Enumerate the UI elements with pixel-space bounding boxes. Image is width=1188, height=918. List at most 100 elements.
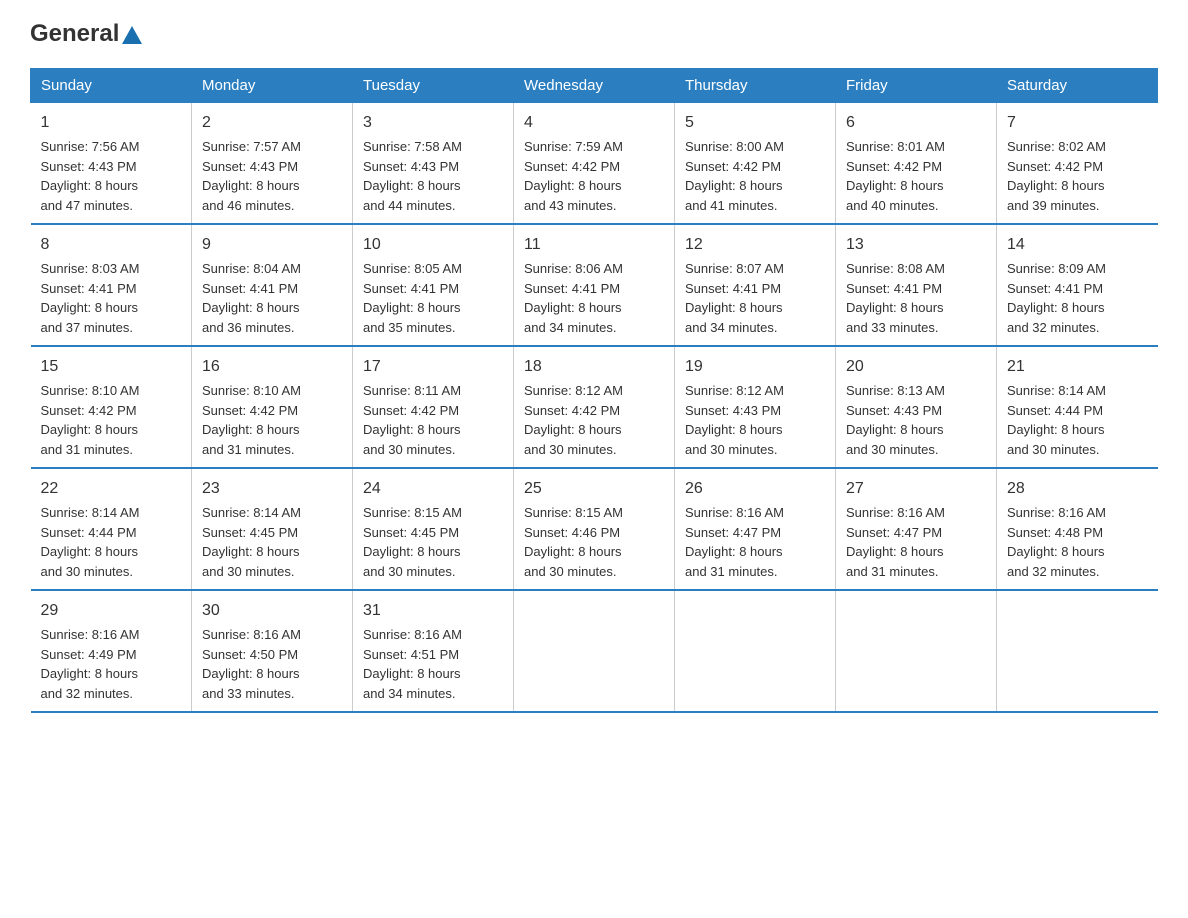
day-sunrise: Sunrise: 8:12 AM (685, 381, 825, 401)
day-sunrise: Sunrise: 8:04 AM (202, 259, 342, 279)
weekday-header-cell: Friday (836, 69, 997, 103)
day-sunrise: Sunrise: 8:14 AM (1007, 381, 1148, 401)
day-sunset: Sunset: 4:41 PM (1007, 279, 1148, 299)
day-sunrise: Sunrise: 8:10 AM (202, 381, 342, 401)
day-number: 7 (1007, 111, 1148, 135)
day-daylight: Daylight: 8 hoursand 31 minutes. (202, 420, 342, 459)
day-daylight: Daylight: 8 hoursand 30 minutes. (202, 542, 342, 581)
weekday-header-row: SundayMondayTuesdayWednesdayThursdayFrid… (31, 69, 1158, 103)
day-sunset: Sunset: 4:47 PM (846, 523, 986, 543)
calendar-body: 1 Sunrise: 7:56 AM Sunset: 4:43 PM Dayli… (31, 103, 1158, 713)
calendar-day-cell (997, 590, 1158, 712)
day-sunset: Sunset: 4:42 PM (1007, 157, 1148, 177)
calendar-day-cell: 23 Sunrise: 8:14 AM Sunset: 4:45 PM Dayl… (192, 468, 353, 590)
calendar-week-row: 8 Sunrise: 8:03 AM Sunset: 4:41 PM Dayli… (31, 224, 1158, 346)
day-sunset: Sunset: 4:42 PM (524, 157, 664, 177)
day-daylight: Daylight: 8 hoursand 31 minutes. (846, 542, 986, 581)
calendar-day-cell: 11 Sunrise: 8:06 AM Sunset: 4:41 PM Dayl… (514, 224, 675, 346)
calendar-day-cell: 12 Sunrise: 8:07 AM Sunset: 4:41 PM Dayl… (675, 224, 836, 346)
calendar-day-cell: 29 Sunrise: 8:16 AM Sunset: 4:49 PM Dayl… (31, 590, 192, 712)
calendar-week-row: 29 Sunrise: 8:16 AM Sunset: 4:49 PM Dayl… (31, 590, 1158, 712)
calendar-day-cell (675, 590, 836, 712)
calendar-day-cell: 3 Sunrise: 7:58 AM Sunset: 4:43 PM Dayli… (353, 103, 514, 225)
day-sunrise: Sunrise: 8:02 AM (1007, 137, 1148, 157)
day-sunset: Sunset: 4:44 PM (41, 523, 182, 543)
day-sunrise: Sunrise: 8:15 AM (363, 503, 503, 523)
day-sunrise: Sunrise: 7:56 AM (41, 137, 182, 157)
day-daylight: Daylight: 8 hoursand 36 minutes. (202, 298, 342, 337)
day-daylight: Daylight: 8 hoursand 34 minutes. (685, 298, 825, 337)
calendar-day-cell: 20 Sunrise: 8:13 AM Sunset: 4:43 PM Dayl… (836, 346, 997, 468)
calendar-day-cell: 24 Sunrise: 8:15 AM Sunset: 4:45 PM Dayl… (353, 468, 514, 590)
day-sunset: Sunset: 4:42 PM (846, 157, 986, 177)
day-sunrise: Sunrise: 8:16 AM (846, 503, 986, 523)
day-daylight: Daylight: 8 hoursand 33 minutes. (846, 298, 986, 337)
calendar-table: SundayMondayTuesdayWednesdayThursdayFrid… (30, 68, 1158, 713)
day-sunrise: Sunrise: 8:08 AM (846, 259, 986, 279)
day-sunset: Sunset: 4:42 PM (363, 401, 503, 421)
day-sunset: Sunset: 4:42 PM (524, 401, 664, 421)
day-daylight: Daylight: 8 hoursand 30 minutes. (363, 542, 503, 581)
day-daylight: Daylight: 8 hoursand 34 minutes. (524, 298, 664, 337)
calendar-day-cell: 15 Sunrise: 8:10 AM Sunset: 4:42 PM Dayl… (31, 346, 192, 468)
calendar-day-cell: 31 Sunrise: 8:16 AM Sunset: 4:51 PM Dayl… (353, 590, 514, 712)
day-sunset: Sunset: 4:41 PM (685, 279, 825, 299)
calendar-day-cell: 6 Sunrise: 8:01 AM Sunset: 4:42 PM Dayli… (836, 103, 997, 225)
day-number: 25 (524, 477, 664, 501)
day-sunset: Sunset: 4:43 PM (685, 401, 825, 421)
day-sunrise: Sunrise: 8:13 AM (846, 381, 986, 401)
day-sunset: Sunset: 4:42 PM (685, 157, 825, 177)
day-number: 19 (685, 355, 825, 379)
day-number: 5 (685, 111, 825, 135)
day-number: 14 (1007, 233, 1148, 257)
day-sunset: Sunset: 4:45 PM (363, 523, 503, 543)
day-daylight: Daylight: 8 hoursand 44 minutes. (363, 176, 503, 215)
day-daylight: Daylight: 8 hoursand 43 minutes. (524, 176, 664, 215)
day-daylight: Daylight: 8 hoursand 40 minutes. (846, 176, 986, 215)
day-number: 18 (524, 355, 664, 379)
calendar-day-cell: 9 Sunrise: 8:04 AM Sunset: 4:41 PM Dayli… (192, 224, 353, 346)
day-sunset: Sunset: 4:51 PM (363, 645, 503, 665)
day-sunrise: Sunrise: 8:14 AM (41, 503, 182, 523)
calendar-day-cell: 13 Sunrise: 8:08 AM Sunset: 4:41 PM Dayl… (836, 224, 997, 346)
day-sunset: Sunset: 4:41 PM (524, 279, 664, 299)
calendar-week-row: 15 Sunrise: 8:10 AM Sunset: 4:42 PM Dayl… (31, 346, 1158, 468)
day-number: 11 (524, 233, 664, 257)
day-daylight: Daylight: 8 hoursand 35 minutes. (363, 298, 503, 337)
logo-text-black: General (30, 20, 119, 48)
day-number: 31 (363, 599, 503, 623)
day-daylight: Daylight: 8 hoursand 34 minutes. (363, 664, 503, 703)
day-sunset: Sunset: 4:49 PM (41, 645, 182, 665)
day-daylight: Daylight: 8 hoursand 30 minutes. (524, 542, 664, 581)
day-sunset: Sunset: 4:43 PM (41, 157, 182, 177)
day-number: 4 (524, 111, 664, 135)
day-sunset: Sunset: 4:45 PM (202, 523, 342, 543)
day-number: 24 (363, 477, 503, 501)
day-sunset: Sunset: 4:41 PM (41, 279, 182, 299)
day-number: 17 (363, 355, 503, 379)
day-sunrise: Sunrise: 8:15 AM (524, 503, 664, 523)
day-sunrise: Sunrise: 8:05 AM (363, 259, 503, 279)
day-number: 16 (202, 355, 342, 379)
weekday-header-cell: Wednesday (514, 69, 675, 103)
weekday-header-cell: Tuesday (353, 69, 514, 103)
calendar-week-row: 1 Sunrise: 7:56 AM Sunset: 4:43 PM Dayli… (31, 103, 1158, 225)
day-number: 6 (846, 111, 986, 135)
day-daylight: Daylight: 8 hoursand 46 minutes. (202, 176, 342, 215)
day-sunrise: Sunrise: 8:16 AM (363, 625, 503, 645)
day-sunrise: Sunrise: 8:03 AM (41, 259, 182, 279)
day-sunrise: Sunrise: 7:58 AM (363, 137, 503, 157)
calendar-day-cell (836, 590, 997, 712)
calendar-day-cell: 17 Sunrise: 8:11 AM Sunset: 4:42 PM Dayl… (353, 346, 514, 468)
day-number: 27 (846, 477, 986, 501)
calendar-day-cell: 19 Sunrise: 8:12 AM Sunset: 4:43 PM Dayl… (675, 346, 836, 468)
day-number: 9 (202, 233, 342, 257)
day-number: 15 (41, 355, 182, 379)
day-sunrise: Sunrise: 8:10 AM (41, 381, 182, 401)
day-daylight: Daylight: 8 hoursand 30 minutes. (41, 542, 182, 581)
calendar-day-cell: 16 Sunrise: 8:10 AM Sunset: 4:42 PM Dayl… (192, 346, 353, 468)
calendar-day-cell: 18 Sunrise: 8:12 AM Sunset: 4:42 PM Dayl… (514, 346, 675, 468)
day-sunset: Sunset: 4:42 PM (41, 401, 182, 421)
day-number: 2 (202, 111, 342, 135)
day-daylight: Daylight: 8 hoursand 31 minutes. (685, 542, 825, 581)
